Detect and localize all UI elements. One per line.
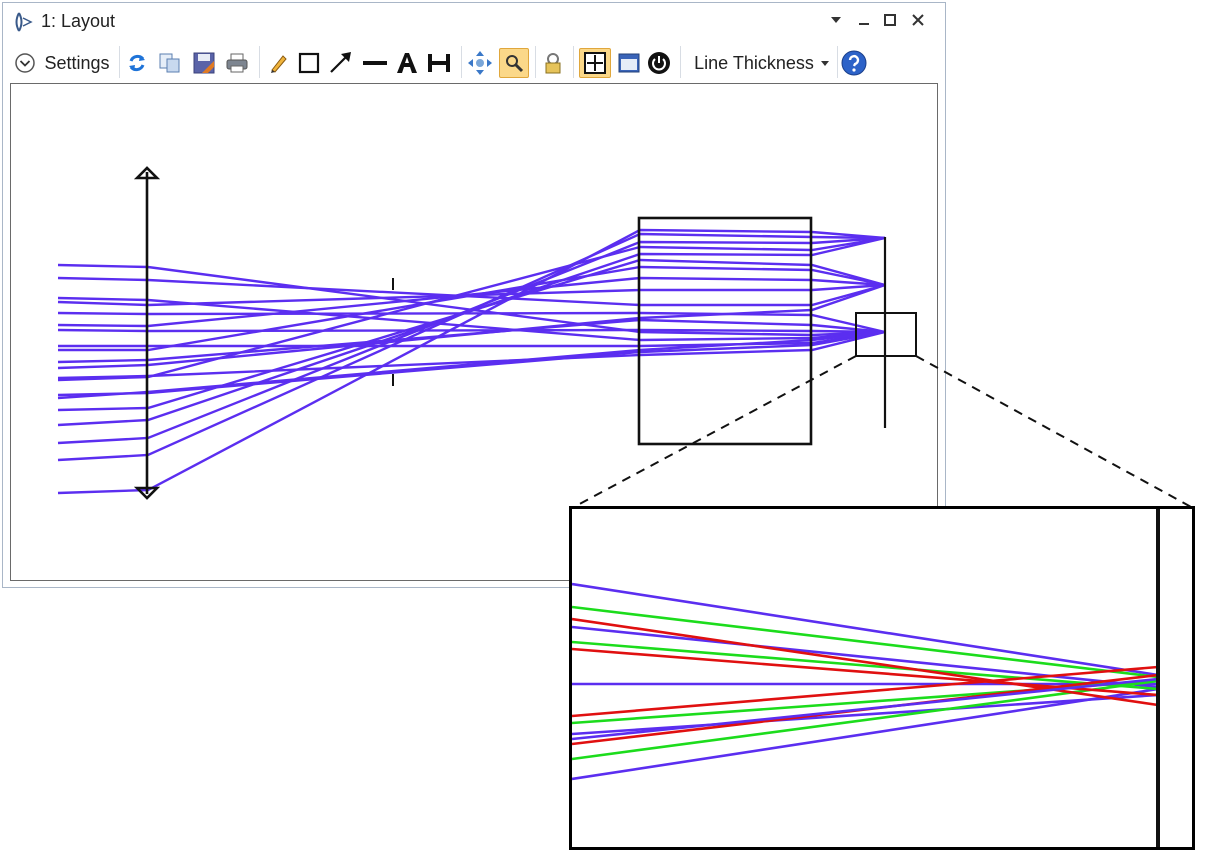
app-lens-icon [15,12,33,32]
zoom-icon[interactable] [499,48,529,78]
settings-chevron-icon [15,53,36,73]
title-bar[interactable]: 1: Layout [3,3,945,39]
power-icon[interactable] [645,48,673,78]
window-title: 1: Layout [41,11,116,31]
rectangle-icon[interactable] [295,48,323,78]
zoom-inset-drawing [571,509,1160,847]
zoom-inset-panel [569,506,1195,850]
copy-icon[interactable] [156,48,184,78]
refresh-icon[interactable] [123,48,151,78]
line-icon[interactable] [361,48,389,78]
help-icon[interactable] [840,48,868,78]
save-icon[interactable] [190,48,218,78]
layout-window: 1: Layout Settings Line Thickness [2,2,946,588]
print-icon[interactable] [223,48,251,78]
arrow-icon[interactable] [327,48,355,78]
dimension-icon[interactable] [425,48,453,78]
line-thickness-dropdown[interactable]: Line Thickness [691,48,833,78]
minimize-icon[interactable] [853,9,875,31]
fit-view-icon[interactable] [579,48,611,78]
toolbar: Settings Line Thickness [3,41,945,85]
pencil-icon[interactable] [265,48,293,78]
text-icon[interactable] [393,48,421,78]
settings-button[interactable]: Settings [11,48,113,78]
chevron-down-icon [820,61,829,66]
dropdown-arrow-icon[interactable] [825,9,847,31]
window-icon[interactable] [615,48,643,78]
settings-label: Settings [44,52,110,73]
lock-icon[interactable] [539,48,567,78]
maximize-icon[interactable] [879,9,901,31]
close-icon[interactable] [907,9,929,31]
pan-icon[interactable] [466,48,494,78]
line-thickness-label: Line Thickness [694,52,814,73]
